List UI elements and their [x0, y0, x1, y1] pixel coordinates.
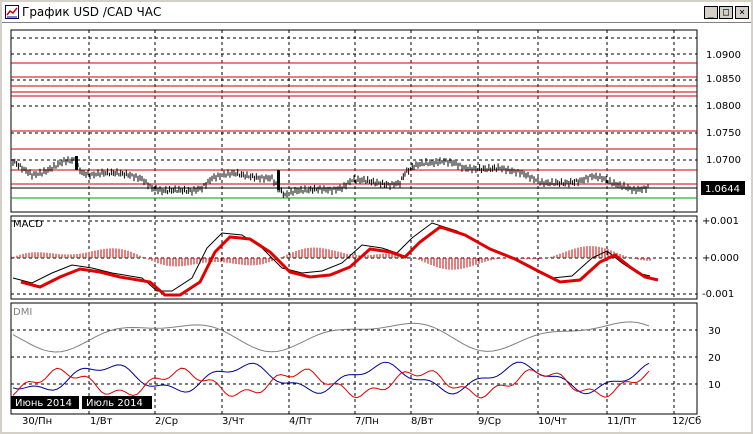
price-spike [75, 156, 78, 170]
window-title: График USD /CAD ЧАС [22, 5, 162, 19]
date-label: 30/Пн [22, 416, 52, 427]
macd-axis-label: +0.001 [702, 216, 739, 227]
minus-di-line [12, 367, 650, 399]
plus-di-line [12, 361, 650, 395]
signal-line [20, 225, 659, 297]
dmi-axis-label: 30 [708, 326, 721, 337]
dmi-axis-label: 20 [708, 353, 721, 364]
date-label: 2/Ср [155, 416, 178, 427]
grid [11, 30, 697, 414]
price-candles [12, 156, 649, 198]
minimize-button[interactable]: _ [704, 6, 718, 19]
macd-axis-label: -0.001 [702, 289, 734, 300]
dmi-label: DMI [13, 307, 32, 318]
date-label: 1/Вт [90, 416, 113, 427]
date-label: 12/Сб [672, 416, 701, 427]
date-label: 3/Чт [222, 416, 245, 427]
date-label: 4/Пт [289, 416, 312, 427]
month-label-july: Июль 2014 [86, 398, 143, 409]
maximize-button[interactable]: □ [719, 6, 733, 19]
price-axis-label: 1.0900 [706, 50, 741, 61]
price-axis-label: 1.0850 [706, 74, 741, 85]
date-label: 11/Пт [607, 416, 637, 427]
close-button[interactable]: × [735, 6, 749, 19]
title-bar[interactable]: График USD /CAD ЧАС _ □ × [2, 2, 751, 23]
date-label: 7/Пн [355, 416, 379, 427]
price-spike [277, 170, 280, 190]
adx-line [12, 321, 650, 353]
price-axis-label: 1.0700 [706, 155, 741, 166]
chart-app-icon [5, 5, 19, 19]
chart-window: График USD /CAD ЧАС _ □ × 1.0900 1.0850 … [0, 0, 753, 434]
chart-canvas[interactable]: 1.0900 1.0850 1.0800 1.0750 1.0700 1.064… [2, 23, 751, 432]
current-price-label: 1.0644 [705, 184, 740, 195]
chart-area[interactable]: 1.0900 1.0850 1.0800 1.0750 1.0700 1.064… [2, 23, 751, 432]
date-label: 8/Вт [411, 416, 434, 427]
macd-series [12, 222, 659, 297]
month-label-june: Июнь 2014 [15, 398, 72, 409]
macd-label: MACD [13, 219, 43, 230]
macd-axis-label: +0.000 [702, 253, 739, 264]
price-axis-label: 1.0750 [706, 128, 741, 139]
price-axis-label: 1.0800 [706, 101, 741, 112]
price-panel-frame [10, 29, 698, 213]
date-label: 9/Ср [478, 416, 501, 427]
date-label: 10/Чт [538, 416, 567, 427]
dmi-series [12, 321, 650, 399]
dmi-axis-label: 10 [708, 380, 721, 391]
